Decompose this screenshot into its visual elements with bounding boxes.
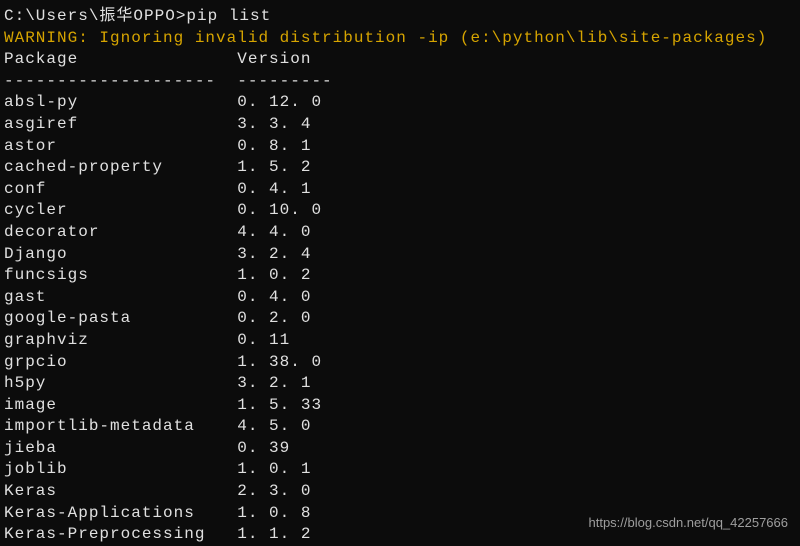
table-row: Keras 2. 3. 0 xyxy=(4,481,796,503)
package-list: absl-py 0. 12. 0asgiref 3. 3. 4astor 0. … xyxy=(4,92,796,545)
table-row: astor 0. 8. 1 xyxy=(4,136,796,158)
table-row: grpcio 1. 38. 0 xyxy=(4,352,796,374)
table-row: decorator 4. 4. 0 xyxy=(4,222,796,244)
table-row: Django 3. 2. 4 xyxy=(4,244,796,266)
table-row: absl-py 0. 12. 0 xyxy=(4,92,796,114)
table-row: cycler 0. 10. 0 xyxy=(4,200,796,222)
table-row: joblib 1. 0. 1 xyxy=(4,459,796,481)
table-divider: -------------------- --------- xyxy=(4,71,796,93)
command-prompt: C:\Users\振华OPPO>pip list xyxy=(4,6,796,28)
table-row: cached-property 1. 5. 2 xyxy=(4,157,796,179)
table-row: h5py 3. 2. 1 xyxy=(4,373,796,395)
table-row: importlib-metadata 4. 5. 0 xyxy=(4,416,796,438)
table-row: graphviz 0. 11 xyxy=(4,330,796,352)
table-row: image 1. 5. 33 xyxy=(4,395,796,417)
table-row: google-pasta 0. 2. 0 xyxy=(4,308,796,330)
table-row: gast 0. 4. 0 xyxy=(4,287,796,309)
watermark: https://blog.csdn.net/qq_42257666 xyxy=(589,515,789,530)
terminal-output: C:\Users\振华OPPO>pip list WARNING: Ignori… xyxy=(4,6,796,546)
table-row: conf 0. 4. 1 xyxy=(4,179,796,201)
table-row: asgiref 3. 3. 4 xyxy=(4,114,796,136)
table-row: funcsigs 1. 0. 2 xyxy=(4,265,796,287)
table-header: Package Version xyxy=(4,49,796,71)
table-row: jieba 0. 39 xyxy=(4,438,796,460)
warning-line: WARNING: Ignoring invalid distribution -… xyxy=(4,28,796,50)
